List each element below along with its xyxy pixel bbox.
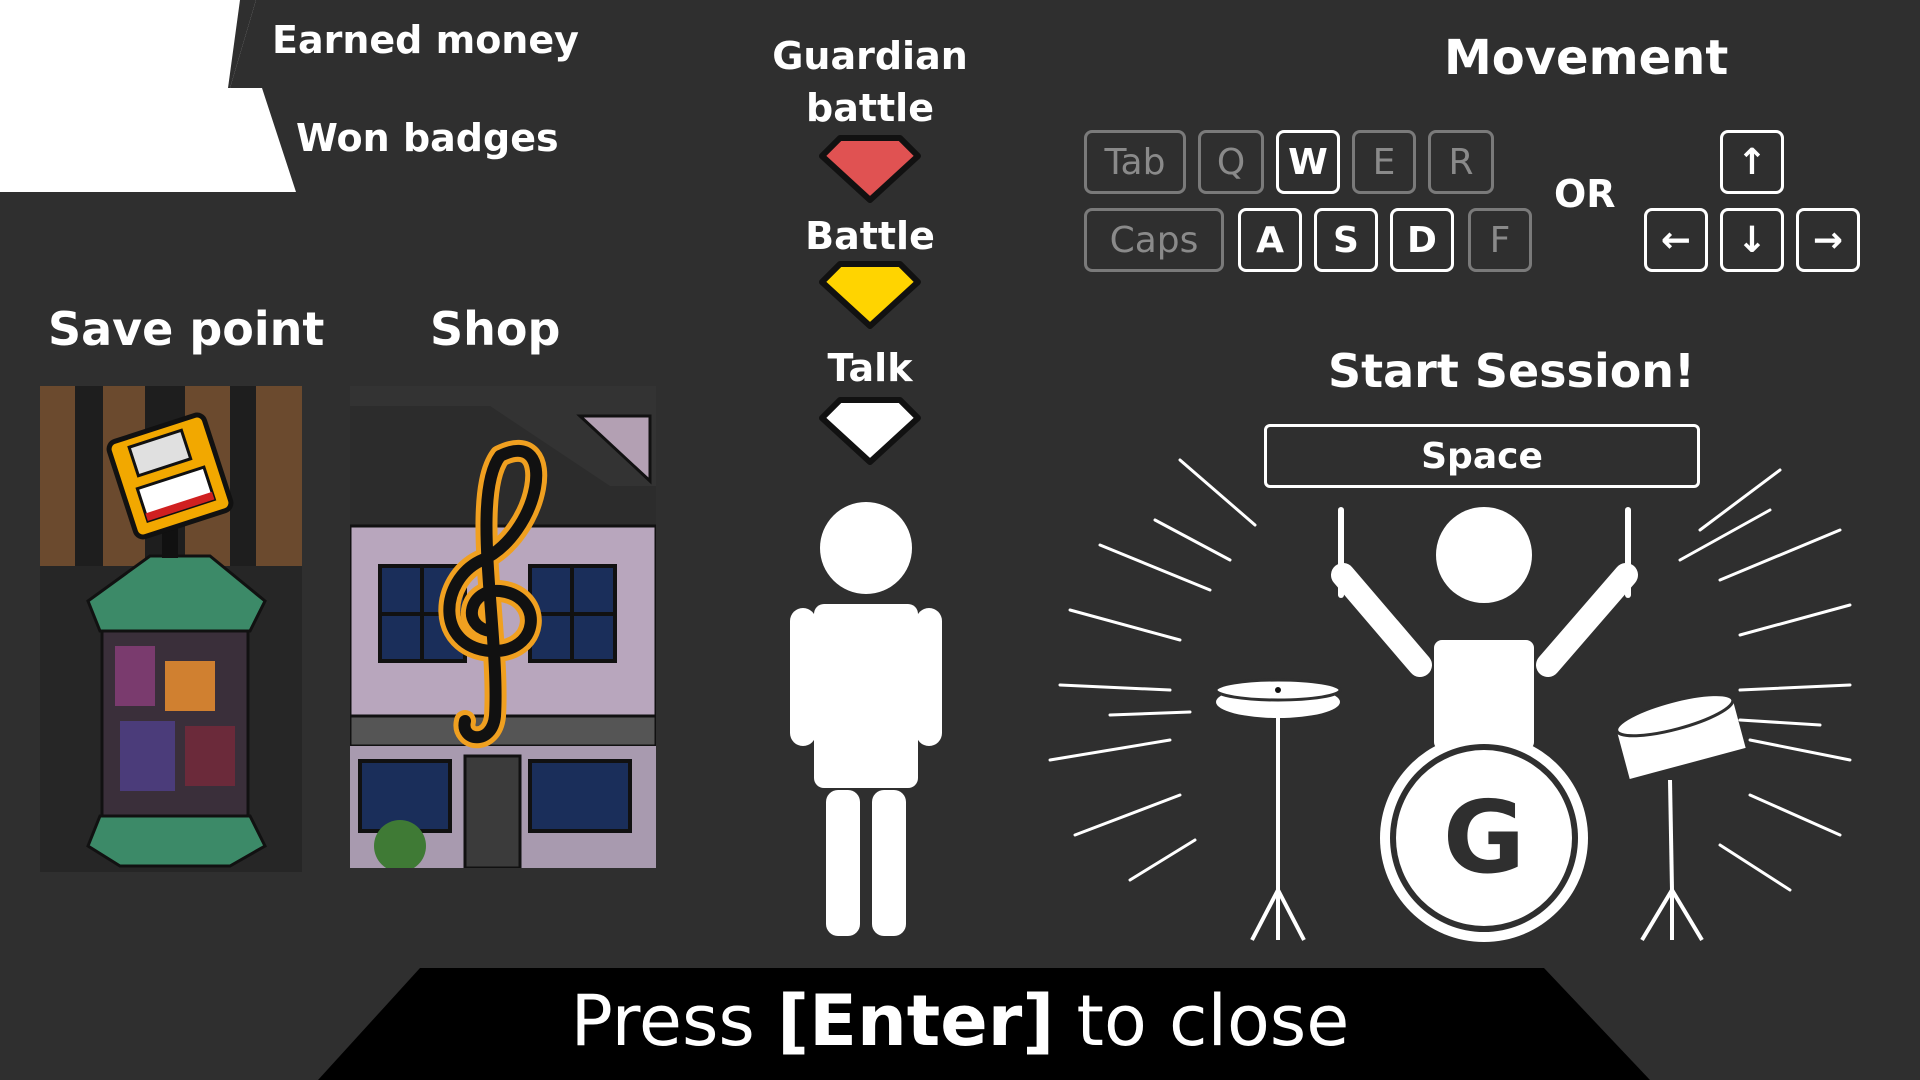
- earned-money-label: Earned money: [272, 18, 579, 62]
- key-tab: Tab: [1084, 130, 1186, 194]
- close-hint-suffix: to close: [1054, 980, 1350, 1062]
- arrow-right-key: →: [1796, 208, 1860, 272]
- key-f: F: [1468, 208, 1532, 272]
- drummer-illustration: G: [1048, 458, 1852, 942]
- enter-key-label: [Enter]: [777, 980, 1055, 1062]
- key-w: W: [1276, 130, 1340, 194]
- shop-image: [350, 386, 656, 868]
- start-session-title: Start Session!: [1328, 344, 1696, 398]
- close-hint: Press [Enter] to close: [0, 980, 1920, 1062]
- key-q: Q: [1198, 130, 1264, 194]
- key-caps: Caps: [1084, 208, 1224, 272]
- guardian-battle-label-line2: battle: [806, 86, 934, 130]
- arrow-down-key: ↓: [1720, 208, 1784, 272]
- key-s: S: [1314, 208, 1378, 272]
- key-d: D: [1390, 208, 1454, 272]
- shop-label: Shop: [430, 302, 561, 356]
- key-r: R: [1428, 130, 1494, 194]
- or-label: OR: [1554, 172, 1616, 216]
- save-point-image: [40, 386, 302, 872]
- won-badges-label: Won badges: [296, 116, 559, 160]
- movement-title: Movement: [1444, 30, 1729, 86]
- talk-gem-icon: [819, 397, 921, 465]
- close-hint-prefix: Press: [570, 980, 778, 1062]
- drum-letter: G: [1443, 779, 1525, 896]
- hud-panel: [0, 0, 296, 192]
- key-e: E: [1352, 130, 1416, 194]
- key-a: A: [1238, 208, 1302, 272]
- player-figure: [790, 502, 942, 936]
- arrow-left-key: ←: [1644, 208, 1708, 272]
- talk-label: Talk: [827, 346, 913, 390]
- arrow-up-key: ↑: [1720, 130, 1784, 194]
- battle-gem-icon: [819, 261, 921, 329]
- battle-label: Battle: [805, 214, 935, 258]
- guardian-battle-label-line1: Guardian: [772, 34, 968, 78]
- save-point-label: Save point: [48, 302, 325, 356]
- guardian-gem-icon: [819, 135, 921, 203]
